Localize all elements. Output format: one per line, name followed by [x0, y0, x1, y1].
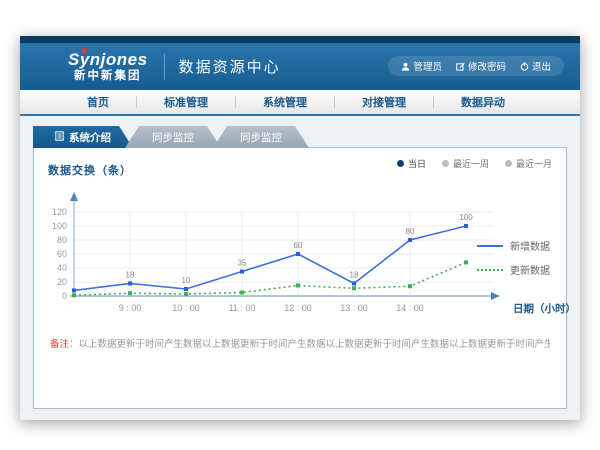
svg-text:14 : 00: 14 : 00 — [396, 303, 424, 313]
brand-name: Synjones — [68, 51, 148, 68]
tab-label: 同步监控 — [240, 130, 282, 145]
user-label: 管理员 — [413, 59, 442, 73]
dotted-line-icon — [477, 269, 503, 271]
edit-icon — [456, 62, 465, 71]
radio-today[interactable]: 当日 — [397, 157, 426, 170]
svg-text:40: 40 — [57, 263, 67, 273]
svg-text:60: 60 — [294, 241, 303, 250]
svg-text:80: 80 — [57, 235, 67, 245]
chart-area: 0 20 40 60 80 100 120 9 : 00 10 : 00 11 : 00 12 : … — [34, 180, 566, 332]
page-title: 数据资源中心 — [179, 56, 281, 77]
person-icon — [401, 62, 410, 71]
legend-item-updated-data: 更新数据 — [477, 262, 550, 277]
user-button[interactable]: 管理员 — [401, 59, 442, 73]
time-range-filter: 当日 最近一周 最近一月 — [397, 157, 552, 170]
svg-text:18: 18 — [350, 270, 359, 279]
nav-item-standard-mgmt[interactable]: 标准管理 — [137, 94, 235, 110]
svg-text:9 : 00: 9 : 00 — [119, 303, 142, 313]
svg-text:100: 100 — [52, 221, 67, 231]
svg-text:10 : 00: 10 : 00 — [172, 303, 200, 313]
nav-item-home[interactable]: 首页 — [60, 94, 136, 110]
radio-label: 最近一月 — [516, 157, 552, 170]
svg-text:35: 35 — [238, 259, 247, 268]
tab-sync-monitor-2[interactable]: 同步监控 — [213, 126, 309, 148]
nav-item-system-mgmt[interactable]: 系统管理 — [236, 94, 334, 110]
footnote-label: 备注 — [50, 339, 69, 350]
legend-item-new-data: 新增数据 — [477, 238, 550, 253]
svg-text:18: 18 — [126, 270, 135, 279]
svg-text:20: 20 — [57, 277, 67, 287]
tab-label: 系统介绍 — [69, 130, 111, 145]
radio-label: 当日 — [408, 157, 426, 170]
logout-label: 退出 — [532, 59, 551, 73]
svg-text:120: 120 — [52, 207, 67, 217]
tab-bar: 系统介绍 同步监控 同步监控 — [33, 126, 567, 148]
change-password-button[interactable]: 修改密码 — [456, 59, 506, 73]
tab-sync-monitor-1[interactable]: 同步监控 — [125, 126, 221, 148]
nav-item-connect-mgmt[interactable]: 对接管理 — [335, 94, 433, 110]
chart-legend: 新增数据 更新数据 — [477, 238, 550, 277]
main-nav: 首页 标准管理 系统管理 对接管理 数据异动 — [20, 90, 580, 116]
radio-dot-icon — [442, 160, 449, 167]
user-menu: 管理员 修改密码 退出 — [388, 56, 564, 76]
svg-text:11 : 00: 11 : 00 — [229, 303, 256, 313]
logout-button[interactable]: 退出 — [520, 59, 551, 73]
footnote-text: ：以上数据更新于时间产生数据以上数据更新于时间产生数据以上数据更新于时间产生数据… — [69, 339, 550, 350]
svg-text:100: 100 — [459, 213, 473, 222]
radio-last-month[interactable]: 最近一月 — [505, 157, 552, 170]
window-top-strip — [20, 36, 580, 43]
document-icon — [55, 131, 64, 144]
nav-item-data-change[interactable]: 数据异动 — [434, 94, 532, 110]
svg-text:10: 10 — [182, 276, 191, 285]
app-header: Synjones 新中新集团 数据资源中心 管理员 修改密码 — [20, 43, 580, 90]
change-password-label: 修改密码 — [468, 59, 506, 73]
power-icon — [520, 62, 529, 71]
svg-text:60: 60 — [57, 249, 67, 259]
legend-label: 更新数据 — [510, 262, 550, 277]
footnote: 备注：以上数据更新于时间产生数据以上数据更新于时间产生数据以上数据更新于时间产生… — [50, 336, 550, 350]
svg-text:80: 80 — [406, 227, 415, 236]
legend-label: 新增数据 — [510, 238, 550, 253]
solid-line-icon — [477, 245, 503, 247]
header-divider — [164, 54, 165, 80]
chart-panel: 当日 最近一周 最近一月 数据交换（条） 0204060801001209 : … — [33, 147, 567, 409]
svg-text:13 : 00: 13 : 00 — [340, 303, 368, 313]
svg-text:日期（小时）: 日期（小时） — [513, 302, 576, 315]
svg-text:0: 0 — [62, 291, 67, 301]
radio-dot-icon — [397, 160, 404, 167]
tab-system-intro[interactable]: 系统介绍 — [33, 126, 133, 148]
radio-dot-icon — [505, 160, 512, 167]
brand-subtitle: 新中新集团 — [68, 71, 148, 83]
tab-label: 同步监控 — [152, 130, 194, 145]
svg-text:12 : 00: 12 : 00 — [284, 303, 312, 313]
app-window: Synjones 新中新集团 数据资源中心 管理员 修改密码 — [20, 36, 580, 420]
logo: Synjones 新中新集团 — [68, 51, 148, 83]
radio-label: 最近一周 — [453, 157, 489, 170]
radio-last-week[interactable]: 最近一周 — [442, 157, 489, 170]
content-area: 系统介绍 同步监控 同步监控 当日 最近一周 — [20, 116, 580, 409]
